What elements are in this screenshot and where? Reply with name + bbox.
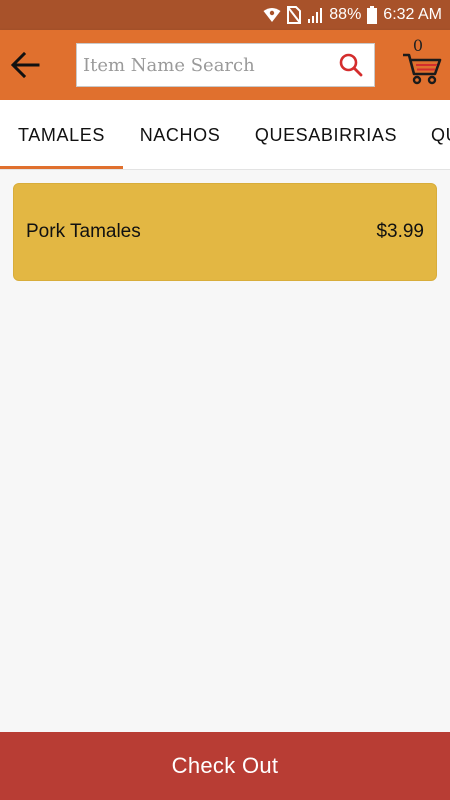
tab-nachos[interactable]: NACHOS (123, 100, 237, 169)
list-item[interactable]: Pork Tamales $3.99 (13, 183, 437, 281)
back-arrow-icon (10, 52, 40, 78)
no-sim-icon (287, 6, 302, 24)
search-box (76, 43, 375, 87)
tab-label: TAMALES (18, 124, 105, 145)
category-tabs: TAMALES NACHOS QUESABIRRIAS QU (0, 100, 450, 170)
checkout-button[interactable]: Check Out (0, 732, 450, 800)
app-bar: 0 (0, 30, 450, 100)
cart-icon (403, 53, 442, 85)
wifi-icon (263, 7, 281, 23)
item-price: $3.99 (376, 221, 424, 242)
search-icon (339, 53, 363, 77)
tab-quesabirrias[interactable]: QUESABIRRIAS (237, 100, 415, 169)
search-button[interactable] (338, 52, 364, 78)
item-name: Pork Tamales (26, 221, 141, 242)
status-bar: 88% 6:32 AM (0, 0, 450, 30)
cart-button[interactable]: 0 (402, 36, 446, 88)
tab-partial[interactable]: QU (431, 100, 450, 169)
items-list: Pork Tamales $3.99 (0, 170, 450, 732)
tab-label: QUESABIRRIAS (254, 124, 398, 145)
tab-tamales[interactable]: TAMALES (0, 100, 123, 169)
signal-icon (307, 7, 323, 23)
tab-label: NACHOS (139, 124, 221, 145)
back-button[interactable] (8, 50, 42, 80)
search-input[interactable] (83, 44, 333, 86)
battery-icon (367, 6, 378, 24)
clock-time: 6:32 AM (383, 6, 442, 23)
checkout-label: Check Out (171, 753, 279, 778)
tab-label: QU (431, 124, 450, 145)
battery-percent: 88% (329, 6, 362, 23)
